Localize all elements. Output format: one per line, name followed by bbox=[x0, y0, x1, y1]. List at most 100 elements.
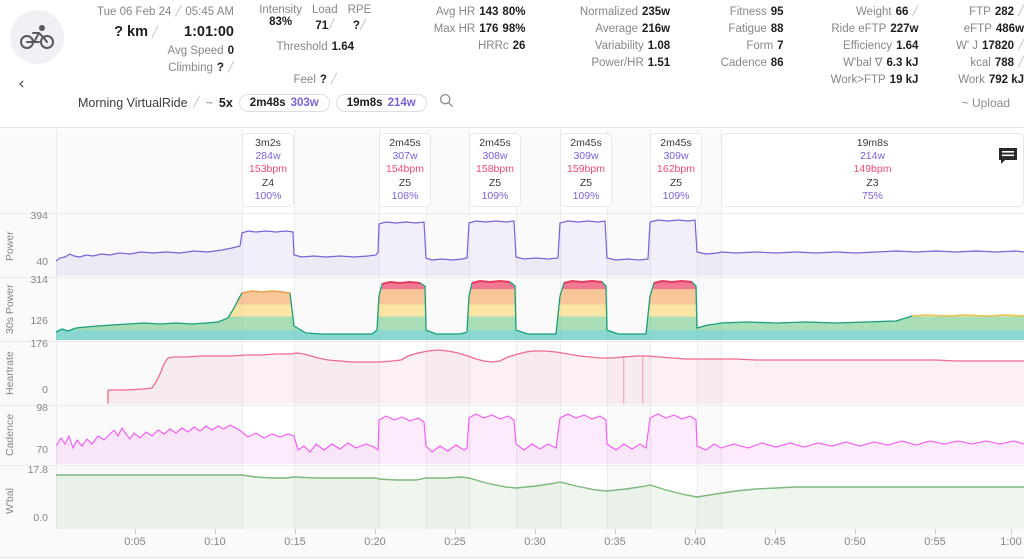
stat-group-heartrate: Avg HR 143 80% Max HR 176 98% HRRc 26 bbox=[398, 4, 526, 55]
form-value: 7 bbox=[777, 40, 784, 52]
wbal-ytick-min: 0.0 bbox=[33, 512, 48, 524]
interval-percent: 109% bbox=[662, 189, 690, 202]
xtick-label: 0:50 bbox=[844, 536, 866, 548]
edit-distance-icon[interactable]: ╱ bbox=[152, 22, 158, 44]
wj-label: W' J bbox=[956, 40, 979, 52]
interval-zone: Z3 bbox=[866, 176, 879, 189]
interval-label-3[interactable]: 2m45s 308w 158bpm Z5 109% bbox=[469, 133, 521, 207]
stat-avg-hr: Avg HR 143 80% bbox=[398, 4, 526, 21]
repeat-count: 5x bbox=[218, 96, 233, 110]
wbal-trace bbox=[56, 474, 1024, 529]
stat-work: Work 792 kJ bbox=[922, 72, 1024, 89]
edit-weight-icon[interactable]: ╱ bbox=[912, 3, 918, 20]
interval-chip-1[interactable]: 2m48s 303w bbox=[238, 94, 330, 112]
power-axis-label: Power bbox=[4, 231, 16, 261]
average-value: 216w bbox=[642, 23, 671, 35]
interval-label-1[interactable]: 3m2s 284w 153bpm Z4 100% bbox=[242, 133, 294, 207]
thirty-s-power-axis-label: 30s Power bbox=[4, 284, 16, 334]
interval-duration: 2m45s bbox=[479, 137, 511, 149]
edit-feel-icon[interactable]: ╱ bbox=[331, 71, 337, 88]
stat-ftp: FTP 282 ╱ bbox=[922, 4, 1024, 21]
interval-duration: 2m45s bbox=[660, 137, 692, 149]
time-axis: 0:05 0:10 0:15 0:20 0:25 0:30 0:35 0:40 … bbox=[56, 529, 1024, 559]
chip-duration: 2m48s bbox=[249, 97, 286, 109]
rpe-value: ? bbox=[352, 20, 360, 32]
cadence-ytick-min: 70 bbox=[36, 444, 48, 456]
power-ytick-max: 394 bbox=[30, 210, 48, 222]
interval-chip-2[interactable]: 19m8s 214w bbox=[335, 94, 427, 112]
edit-kcal-icon[interactable]: ╱ bbox=[1018, 54, 1024, 71]
edit-climbing-icon[interactable]: ╱ bbox=[228, 59, 234, 76]
xtick-label: 0:45 bbox=[764, 536, 786, 548]
upload-button[interactable]: ~ Upload bbox=[962, 96, 1010, 110]
stat-climbing: Climbing ? ╱ bbox=[168, 60, 234, 77]
stat-feel: Feel ? ╱ bbox=[242, 72, 389, 89]
stat-fitness: Fitness 95 bbox=[676, 4, 784, 21]
avg-hr-label: Avg HR bbox=[435, 6, 476, 18]
activity-charts: 3m2s 284w 153bpm Z4 100% 2m45s 307w 154b… bbox=[0, 129, 1024, 559]
comment-icon[interactable] bbox=[998, 147, 1018, 165]
avatar[interactable] bbox=[10, 10, 64, 64]
efficiency-label: Efficiency bbox=[843, 40, 893, 52]
thirty-s-power-ytick-max: 314 bbox=[30, 274, 48, 286]
interval-duration: 2m45s bbox=[570, 137, 602, 149]
interval-label-6[interactable]: 19m8s 214w 149bpm Z3 75% bbox=[721, 133, 1024, 207]
normalized-label: Normalized bbox=[579, 6, 638, 18]
thirty-s-power-trace bbox=[56, 279, 1024, 340]
threshold-value: 1.64 bbox=[331, 41, 354, 53]
interval-heartrate: 159bpm bbox=[567, 163, 605, 176]
wbal-ytick-max: 17.8 bbox=[27, 464, 48, 476]
interval-heartrate: 153bpm bbox=[249, 163, 287, 176]
back-button[interactable]: ‹ bbox=[18, 76, 25, 93]
variability-label: Variability bbox=[594, 40, 644, 52]
interval-label-5[interactable]: 2m45s 309w 162bpm Z5 109% bbox=[650, 133, 702, 207]
ride-title[interactable]: Morning VirtualRide bbox=[78, 96, 188, 110]
stat-ride-eftp: Ride eFTP 227w bbox=[788, 21, 918, 38]
interval-power: 309w bbox=[573, 150, 599, 163]
xtick-label: 0:35 bbox=[604, 536, 626, 548]
stat-fatigue: Fatigue 88 bbox=[676, 21, 783, 38]
search-icon[interactable] bbox=[439, 93, 454, 113]
edit-wj-icon[interactable]: ╱ bbox=[1018, 37, 1024, 54]
xtick-label: 0:05 bbox=[124, 536, 146, 548]
panel-30s-power bbox=[56, 278, 1024, 340]
work-ftp-label: Work>FTP bbox=[830, 74, 886, 86]
power-axis: Power 394 40 bbox=[0, 210, 52, 276]
interval-duration: 2m45s bbox=[389, 137, 421, 149]
stat-wj: W' J 17820 ╱ bbox=[922, 38, 1024, 55]
intensity-load-rpe-row: Intensity 83% Load 71╱ RPE ?╱ bbox=[242, 4, 389, 34]
interval-label-2[interactable]: 2m45s 307w 154bpm Z5 108% bbox=[379, 133, 431, 207]
edit-title-icon[interactable]: ╱ bbox=[194, 97, 200, 108]
interval-heartrate: 162bpm bbox=[657, 163, 695, 176]
stat-eftp: eFTP 486w bbox=[922, 21, 1024, 38]
edit-rpe-icon[interactable]: ╱ bbox=[360, 20, 366, 31]
stat-rpe: RPE ?╱ bbox=[348, 4, 372, 34]
ride-eftp-label: Ride eFTP bbox=[831, 23, 887, 35]
fitness-label: Fitness bbox=[729, 6, 767, 18]
interval-label-4[interactable]: 2m45s 309w 159bpm Z5 109% bbox=[560, 133, 612, 207]
cadence-axis-label: Cadence bbox=[4, 413, 16, 457]
stat-date-time: Tue 06 Feb 24 ╱ 05:45 AM bbox=[97, 4, 234, 21]
edit-ftp-icon[interactable]: ╱ bbox=[1018, 3, 1024, 20]
edit-load-icon[interactable]: ╱ bbox=[328, 20, 334, 31]
ride-title-row: Morning VirtualRide ╱ ~ 5x 2m48s 303w 19… bbox=[78, 93, 454, 113]
power-trace bbox=[56, 219, 1024, 276]
stat-kcal: kcal 788 ╱ bbox=[922, 55, 1024, 72]
cadence-trace bbox=[56, 413, 1024, 464]
ftp-value: 282 bbox=[994, 6, 1014, 18]
interval-percent: 109% bbox=[572, 189, 600, 202]
heartrate-axis-label: Heartrate bbox=[4, 351, 16, 395]
interval-power: 309w bbox=[663, 150, 689, 163]
stat-efficiency: Efficiency 1.64 bbox=[788, 38, 918, 55]
thirty-s-power-ytick-min: 126 bbox=[30, 315, 48, 327]
interval-labels: 3m2s 284w 153bpm Z4 100% 2m45s 307w 154b… bbox=[56, 133, 1024, 213]
edit-date-icon[interactable]: ╱ bbox=[175, 3, 181, 20]
wbal-axis: W'bal 17.8 0.0 bbox=[0, 464, 52, 529]
climbing-label: Climbing bbox=[168, 62, 213, 74]
stat-group-weight: Weight 66 ╱ Ride eFTP 227w Efficiency 1.… bbox=[788, 4, 919, 89]
duration-value: 1:01:00 bbox=[184, 24, 234, 40]
interval-power: 307w bbox=[392, 150, 418, 163]
load-label: Load bbox=[312, 4, 338, 16]
avg-hr-pct: 80% bbox=[502, 6, 526, 18]
stat-group-fitness: Fitness 95 Fatigue 88 Form 7 Cadence 86 bbox=[676, 4, 784, 72]
